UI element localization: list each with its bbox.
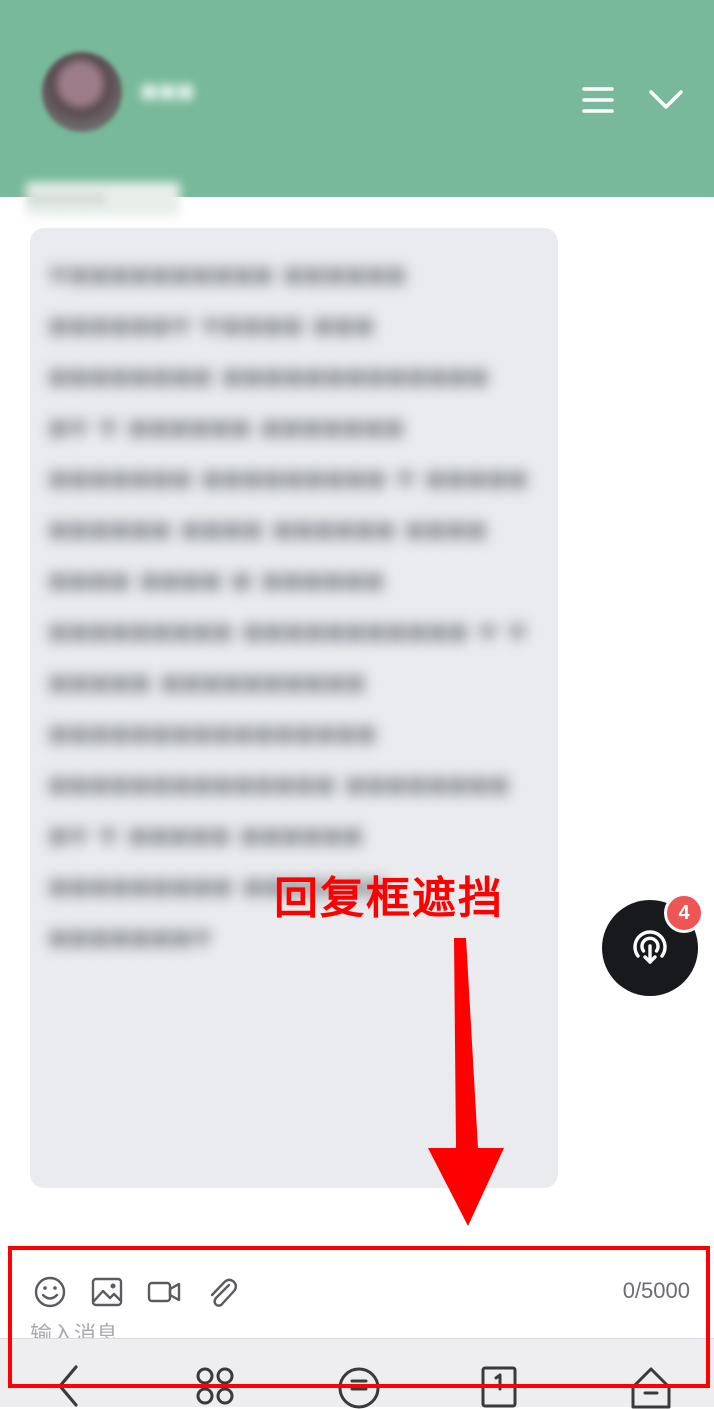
chat-header: ■■■: [0, 0, 714, 197]
contact-name: ■■■: [140, 75, 195, 108]
video-icon[interactable]: [146, 1274, 182, 1310]
back-icon[interactable]: [46, 1363, 92, 1409]
char-counter: 0/5000: [622, 1278, 690, 1303]
message-text: ♥■■■■■■■■■■ ■■■■■■ ■■■■■■♥ ♥■■■■ ■■■ ■■■…: [48, 256, 528, 957]
menu-icon: [582, 87, 614, 113]
collapse-button[interactable]: [646, 80, 686, 120]
bottom-nav-bar: [0, 1338, 714, 1409]
avatar[interactable]: [42, 52, 122, 132]
apps-icon[interactable]: [192, 1363, 238, 1409]
attachment-icon[interactable]: [203, 1274, 239, 1310]
minus-circle-icon[interactable]: [336, 1363, 382, 1409]
emoji-icon[interactable]: [32, 1274, 68, 1310]
annotation-arrow: [428, 938, 504, 1226]
contact-subtitle: ■■■■■■: [26, 182, 180, 216]
unread-badge: 4: [664, 893, 704, 933]
one-square-icon[interactable]: [476, 1363, 522, 1409]
chevron-down-icon: [649, 90, 683, 109]
podcast-download-icon: [633, 930, 667, 964]
menu-button[interactable]: [578, 80, 618, 120]
image-icon[interactable]: [89, 1274, 125, 1310]
annotation-label: 回复框遮挡: [274, 874, 504, 923]
home-icon[interactable]: [628, 1363, 674, 1409]
